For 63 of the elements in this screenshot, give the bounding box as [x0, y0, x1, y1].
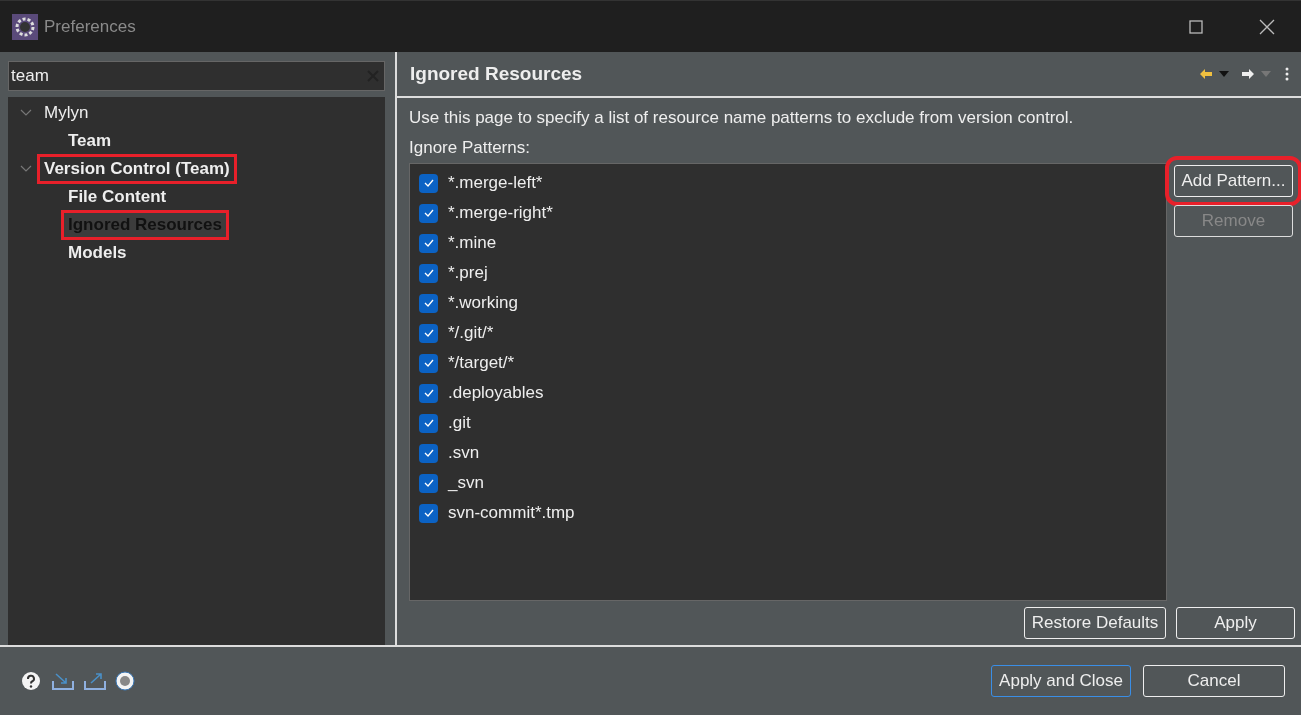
forward-arrow-icon[interactable] — [1241, 68, 1255, 80]
check-icon — [423, 419, 434, 427]
gear-icon — [12, 13, 38, 40]
check-icon — [423, 209, 434, 217]
checkbox[interactable] — [419, 443, 438, 463]
maximize-icon[interactable] — [1189, 19, 1203, 34]
check-icon — [423, 449, 434, 457]
checkbox[interactable] — [419, 263, 438, 283]
tree-item[interactable]: Mylyn — [40, 101, 93, 125]
pattern-label: *.merge-left* — [448, 172, 543, 195]
checkbox[interactable] — [419, 203, 438, 223]
checkbox[interactable] — [419, 233, 438, 253]
check-icon — [423, 509, 434, 517]
tree-item[interactable]: Team — [64, 129, 116, 153]
dialog-button[interactable]: Cancel — [1143, 665, 1285, 697]
pattern-label: .deployables — [448, 382, 544, 405]
check-icon — [423, 479, 434, 487]
checkbox[interactable] — [419, 353, 438, 373]
pattern-label: *.working — [448, 292, 518, 315]
check-icon — [423, 299, 434, 307]
checkbox[interactable] — [419, 173, 438, 193]
tree-item[interactable]: File Content — [64, 185, 171, 209]
list-label: Ignore Patterns: — [409, 136, 531, 159]
pattern-label: */target/* — [448, 352, 515, 375]
check-icon — [423, 239, 434, 247]
pattern-label: svn-commit*.tmp — [448, 502, 575, 525]
close-icon[interactable] — [1259, 18, 1275, 35]
page-title: Ignored Resources — [410, 61, 583, 86]
dialog-button[interactable]: Restore Defaults — [1024, 607, 1166, 639]
window-title: Preferences — [44, 15, 136, 38]
check-icon — [423, 389, 434, 397]
pattern-label: _svn — [448, 472, 484, 495]
dialog-button[interactable]: Apply and Close — [991, 665, 1131, 697]
chevron-down-icon[interactable] — [20, 109, 32, 117]
pattern-label: .svn — [448, 442, 480, 465]
pattern-label: *.mine — [448, 232, 497, 255]
checkbox[interactable] — [419, 293, 438, 313]
pattern-label: */.git/* — [448, 322, 494, 345]
pattern-label: *.merge-right* — [448, 202, 553, 225]
checkbox[interactable] — [419, 383, 438, 403]
chevron-down-icon[interactable] — [20, 165, 32, 173]
record-icon[interactable] — [115, 671, 135, 691]
checkbox[interactable] — [419, 503, 438, 523]
checkbox[interactable] — [419, 413, 438, 433]
tree-item[interactable]: Models — [64, 241, 131, 265]
export-icon[interactable] — [84, 672, 106, 690]
pattern-label: .git — [448, 412, 471, 435]
checkbox[interactable] — [419, 323, 438, 343]
pattern-label: *.prej — [448, 262, 488, 285]
check-icon — [423, 269, 434, 277]
filter-field[interactable]: team — [8, 61, 385, 91]
more-icon[interactable] — [1285, 67, 1289, 81]
dialog-button[interactable]: Apply — [1176, 607, 1295, 639]
check-icon — [423, 179, 434, 187]
back-arrow-icon[interactable] — [1199, 68, 1213, 80]
page-description: Use this page to specify a list of resource name patterns to exclude from version control. — [409, 107, 1075, 129]
help-icon[interactable] — [21, 671, 41, 691]
tree-item[interactable]: Version Control (Team) — [40, 157, 234, 181]
import-icon[interactable] — [52, 672, 74, 690]
check-icon — [423, 359, 434, 367]
checkbox[interactable] — [419, 473, 438, 493]
dropdown-caret-icon[interactable] — [1219, 71, 1229, 77]
check-icon — [423, 329, 434, 337]
